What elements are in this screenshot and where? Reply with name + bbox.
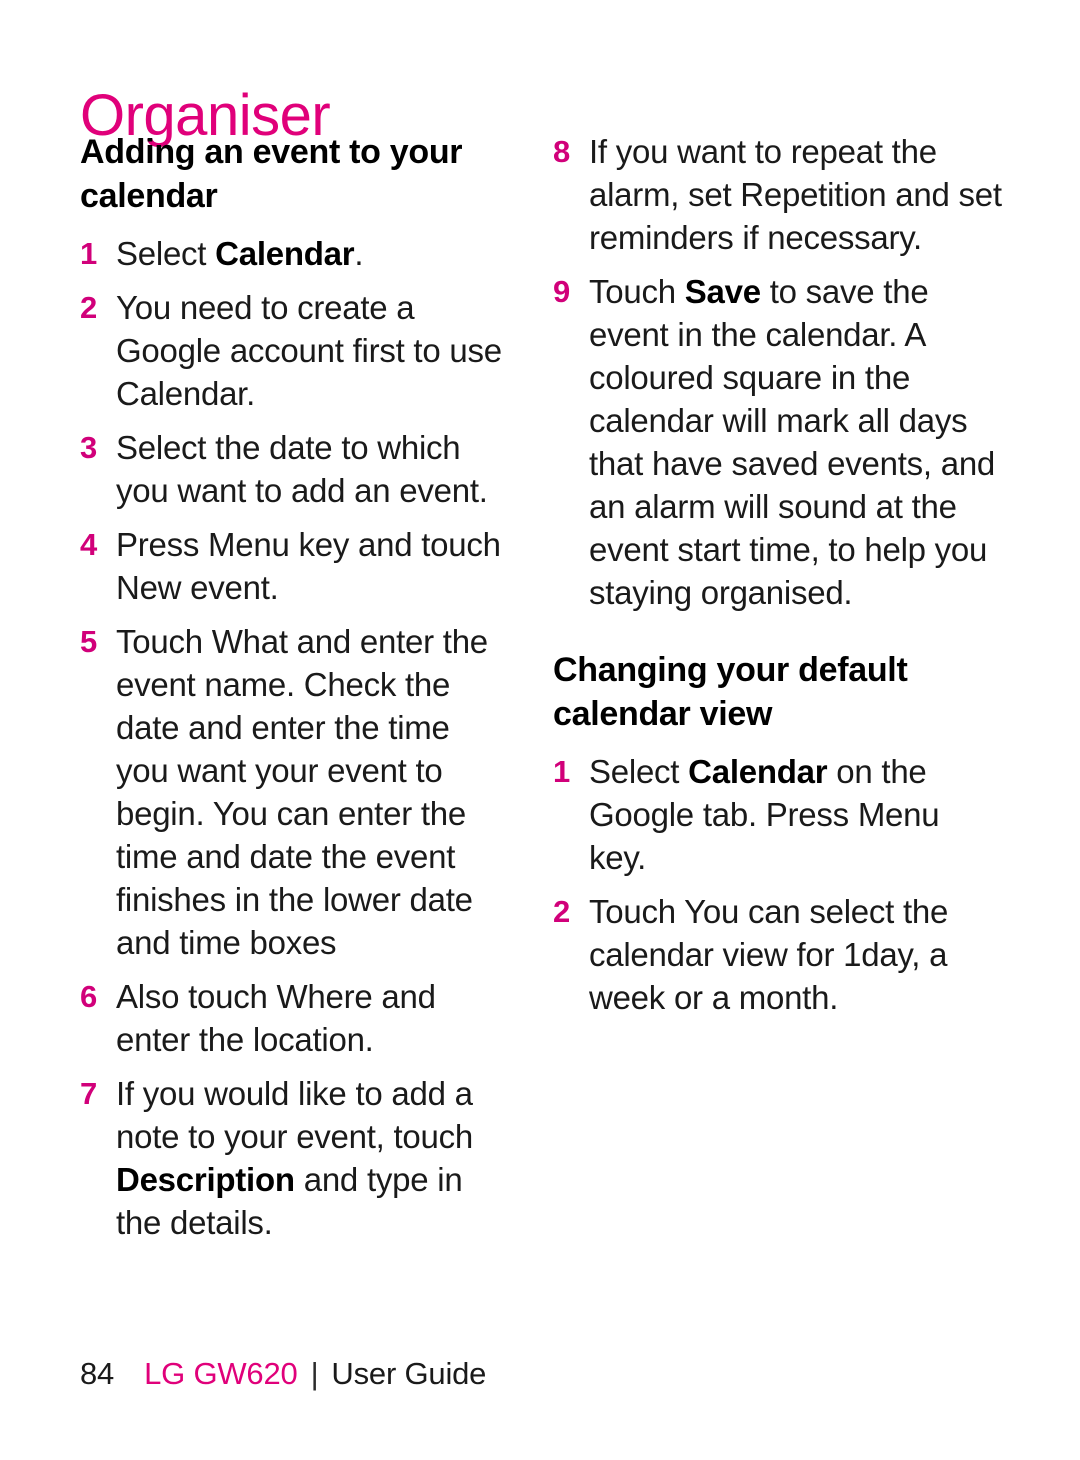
list-item: 7 If you would like to add a note to you… bbox=[80, 1072, 505, 1244]
steps-list-changing-default-view: 1 Select Calendar on the Google tab. Pre… bbox=[553, 750, 1005, 1019]
step-text: You need to create a Google account firs… bbox=[116, 289, 502, 413]
list-item: 2 Touch You can select the calendar view… bbox=[553, 890, 1005, 1019]
footer-guide-label: User Guide bbox=[331, 1356, 487, 1391]
page-footer: 84 LG GW620 | User Guide bbox=[80, 1352, 486, 1396]
list-item: 3 Select the date to which you want to a… bbox=[80, 426, 505, 512]
step-number: 5 bbox=[80, 624, 97, 660]
step-number: 8 bbox=[553, 134, 570, 169]
step-text: If you want to repeat the alarm, set Rep… bbox=[589, 133, 1002, 256]
step-text: Press Menu key and touch New event. bbox=[116, 526, 501, 607]
list-item: 9 Touch Save to save the event in the ca… bbox=[553, 270, 1005, 614]
step-text: Touch What and enter the event name. Che… bbox=[116, 623, 488, 962]
list-item: 2 You need to create a Google account fi… bbox=[80, 286, 505, 415]
manual-page: Organiser Adding an event to your calend… bbox=[0, 0, 1080, 1460]
list-item: 6 Also touch Where and enter the locatio… bbox=[80, 975, 505, 1061]
step-number: 1 bbox=[553, 754, 570, 790]
step-text: Touch Save to save the event in the cale… bbox=[589, 273, 996, 611]
section-heading-adding-event: Adding an event to your calendar bbox=[80, 133, 463, 216]
list-item: 4 Press Menu key and touch New event. bbox=[80, 523, 505, 609]
list-item: 8 If you want to repeat the alarm, set R… bbox=[553, 130, 1005, 259]
steps-list-adding-event-continued: 8 If you want to repeat the alarm, set R… bbox=[553, 130, 1005, 614]
step-number: 9 bbox=[553, 274, 570, 309]
left-column: Adding an event to your calendar 1 Selec… bbox=[80, 130, 505, 1244]
footer-separator: | bbox=[310, 1356, 319, 1391]
footer-device-model: LG GW620 bbox=[144, 1356, 298, 1391]
step-number: 3 bbox=[80, 430, 97, 466]
step-number: 6 bbox=[80, 979, 97, 1015]
step-text: If you would like to add a note to your … bbox=[116, 1075, 473, 1242]
footer-page-number: 84 bbox=[80, 1356, 115, 1391]
step-number: 2 bbox=[553, 894, 570, 930]
list-item: 1 Select Calendar. bbox=[80, 232, 505, 275]
steps-list-adding-event: 1 Select Calendar. 2 You need to create … bbox=[80, 232, 505, 1244]
step-text: Select Calendar. bbox=[116, 235, 364, 273]
step-text: Also touch Where and enter the location. bbox=[116, 978, 436, 1059]
step-text: Select Calendar on the Google tab. Press… bbox=[589, 753, 940, 877]
list-item: 1 Select Calendar on the Google tab. Pre… bbox=[553, 750, 1005, 879]
right-column: 8 If you want to repeat the alarm, set R… bbox=[553, 130, 1005, 1019]
step-text: Touch You can select the calendar view f… bbox=[589, 893, 949, 1017]
list-item: 5 Touch What and enter the event name. C… bbox=[80, 620, 505, 964]
section-heading-changing-default-view: Changing your default calendar view bbox=[553, 651, 908, 734]
step-text: Select the date to which you want to add… bbox=[116, 429, 488, 510]
step-number: 4 bbox=[80, 527, 97, 563]
step-number: 2 bbox=[80, 290, 97, 326]
step-number: 1 bbox=[80, 236, 97, 272]
step-number: 7 bbox=[80, 1076, 97, 1112]
